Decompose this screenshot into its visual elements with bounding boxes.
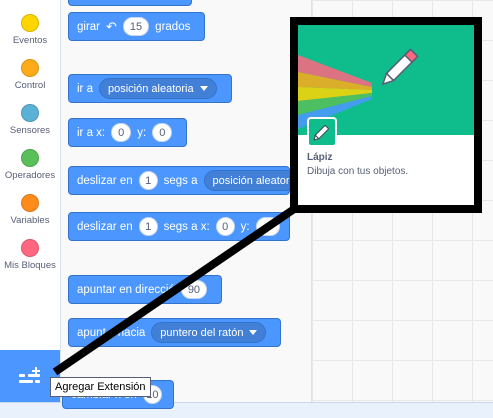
pen-icon [307, 117, 337, 147]
category-sensores[interactable]: Sensores [0, 104, 60, 136]
block-text: y: [240, 220, 250, 233]
tooltip: Agregar Extensión [50, 377, 151, 397]
block-partial[interactable] [68, 0, 192, 6]
category-label: Control [14, 80, 46, 91]
block-ir-a[interactable]: ir a posición aleatoria [68, 74, 232, 103]
category-mis-bloques[interactable]: Mis Bloques [0, 239, 60, 271]
secs-input[interactable]: 1 [138, 171, 158, 190]
block-deslizar-xy[interactable]: deslizar en 1 segs a x: 0 y: [68, 212, 290, 241]
category-dot-icon [21, 149, 39, 167]
y-input[interactable] [255, 217, 280, 236]
degrees-input[interactable]: 15 [122, 17, 150, 36]
target-dropdown[interactable]: puntero del ratón [151, 322, 267, 343]
card-description: Dibuja con tus objetos. [307, 166, 409, 177]
category-variables[interactable]: Variables [0, 194, 60, 226]
direction-input[interactable]: 90 [180, 280, 208, 299]
block-text: ir a [77, 82, 93, 95]
category-eventos[interactable]: Eventos [0, 14, 60, 46]
block-deslizar-a[interactable]: deslizar en 1 segs a posición aleatori [68, 166, 290, 195]
secs-input[interactable]: 1 [138, 217, 158, 236]
block-text: hacia [117, 326, 146, 339]
chevron-down-icon [199, 86, 208, 91]
category-dot-icon [21, 239, 39, 257]
block-text: deslizar en [77, 174, 133, 187]
block-text: girar [77, 20, 101, 33]
x-input[interactable]: 0 [111, 123, 132, 142]
category-dot-icon [21, 194, 39, 212]
block-text: segs a x: [163, 220, 210, 233]
position-dropdown[interactable]: posición aleatoria [98, 78, 217, 99]
category-label: Variables [10, 215, 50, 226]
dropdown-value: posición aleatoria [107, 82, 194, 95]
category-dot-icon [21, 59, 39, 77]
dropdown-value: puntero del ratón [160, 326, 244, 339]
card-title: Lápiz [307, 152, 333, 163]
category-label: Operadores [4, 170, 56, 181]
category-label: Mis Bloques [4, 260, 56, 271]
y-input[interactable]: 0 [152, 123, 173, 142]
block-text: segs a [163, 174, 198, 187]
block-girar[interactable]: girar ↶ 15 grados [68, 12, 206, 41]
block-ir-a-xy[interactable]: ir a x: 0 y: 0 [68, 118, 188, 147]
x-input[interactable]: 0 [215, 217, 235, 236]
block-text: apunt [77, 326, 106, 339]
block-text: ir a x: [77, 126, 106, 139]
category-dot-icon [21, 104, 39, 122]
add-extension-icon [19, 367, 40, 383]
category-label: Eventos [12, 35, 48, 46]
block-apuntar-hacia[interactable]: apunt hacia puntero del ratón [68, 318, 282, 347]
category-label: Sensores [9, 125, 51, 136]
rotate-left-icon: ↶ [106, 18, 117, 34]
chevron-down-icon [249, 330, 258, 335]
block-apuntar-direccion[interactable]: apuntar en direcció 90 [68, 275, 223, 304]
block-text: deslizar en [77, 220, 133, 233]
pen-extension-card[interactable]: Lápiz Dibuja con tus objetos. [290, 17, 482, 213]
block-text: grados [155, 20, 191, 33]
category-dot-icon [21, 14, 39, 32]
block-text: y: [137, 126, 147, 139]
category-operadores[interactable]: Operadores [0, 149, 60, 181]
position-dropdown[interactable]: posición aleatori [203, 170, 289, 191]
category-control[interactable]: Control [0, 59, 60, 91]
block-text: apuntar en direcció [77, 283, 175, 296]
